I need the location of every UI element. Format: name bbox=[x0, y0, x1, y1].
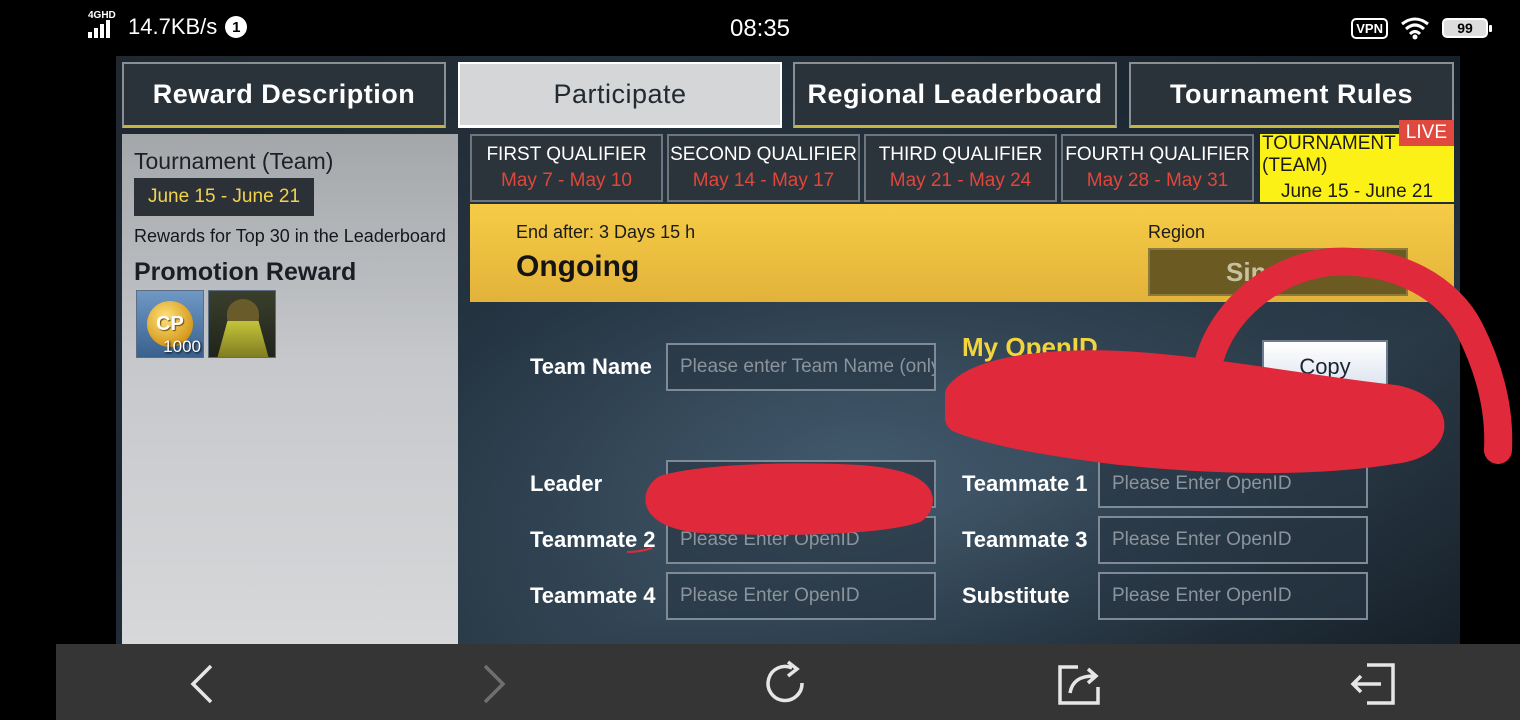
region-select[interactable]: Sing bbox=[1148, 248, 1408, 296]
chevron-left-icon bbox=[190, 664, 213, 704]
rewards-description: Rewards for Top 30 in the Leaderboard bbox=[134, 226, 446, 246]
team-name-label: Team Name bbox=[530, 354, 652, 379]
back-button[interactable] bbox=[172, 654, 232, 714]
wifi-icon bbox=[1401, 17, 1429, 40]
outfit-reward-item[interactable] bbox=[208, 290, 276, 358]
tab-regional-leaderboard[interactable]: Regional Leaderboard bbox=[793, 62, 1117, 128]
teammate-1-label: Teammate 1 bbox=[962, 471, 1088, 496]
tab-reward-description[interactable]: Reward Description bbox=[122, 62, 446, 128]
teammate-2-input[interactable]: Please Enter OpenID bbox=[666, 516, 936, 564]
my-openid-value: ...6542...19 bbox=[1100, 368, 1211, 393]
exit-button[interactable] bbox=[1342, 654, 1402, 714]
time-remaining: End after: 3 Days 15 h bbox=[516, 222, 696, 242]
stage-tab-third-qualifier[interactable]: THIRD QUALIFIER May 21 - May 24 bbox=[864, 134, 1057, 202]
reload-icon bbox=[766, 660, 804, 703]
promotion-reward-title: Promotion Reward bbox=[134, 258, 357, 286]
substitute-label: Substitute bbox=[962, 583, 1070, 608]
cp-reward-item[interactable]: CP 1000 bbox=[136, 290, 204, 358]
stage-status: Ongoing bbox=[516, 250, 640, 283]
leader-label: Leader bbox=[530, 471, 603, 496]
live-badge: LIVE bbox=[1398, 120, 1454, 146]
battery-icon: 99 bbox=[1442, 18, 1492, 38]
stage-title: Tournament (Team) bbox=[134, 148, 334, 174]
outfit-scarf-icon bbox=[217, 321, 269, 357]
reload-button[interactable] bbox=[756, 654, 816, 714]
chevron-right-icon bbox=[483, 664, 506, 704]
stage-tab-tournament-team[interactable]: LIVE TOURNAMENT (TEAM) June 15 - June 21 bbox=[1260, 120, 1454, 202]
stage-date: June 15 - June 21 bbox=[134, 178, 314, 216]
teammate-1-input[interactable]: Please Enter OpenID bbox=[1098, 460, 1368, 508]
status-bar: 4GHD 14.7KB/s 1 08:35 VPN 99 bbox=[0, 0, 1520, 56]
my-openid-label: My OpenID bbox=[962, 332, 1098, 362]
clock: 08:35 bbox=[729, 15, 791, 42]
team-name-input[interactable]: Please enter Team Name (only bbox=[666, 343, 936, 391]
teammate-4-input[interactable]: Please Enter OpenID bbox=[666, 572, 936, 620]
cp-amount: 1000 bbox=[163, 337, 201, 356]
region-label: Region bbox=[1148, 222, 1206, 242]
stage-info-panel: Tournament (Team) June 15 - June 21 Rewa… bbox=[122, 134, 458, 644]
exit-icon bbox=[1350, 663, 1395, 705]
leader-input[interactable] bbox=[666, 460, 936, 508]
forward-button[interactable] bbox=[464, 654, 524, 714]
stage-tab-first-qualifier[interactable]: FIRST QUALIFIER May 7 - May 10 bbox=[470, 134, 663, 202]
share-icon bbox=[1058, 665, 1100, 705]
tournament-screen: Reward Description Participate Regional … bbox=[116, 56, 1460, 644]
copy-button[interactable]: Copy bbox=[1262, 340, 1388, 394]
tab-tournament-rules[interactable]: Tournament Rules bbox=[1129, 62, 1454, 128]
stage-tab-fourth-qualifier[interactable]: FOURTH QUALIFIER May 28 - May 31 bbox=[1061, 134, 1254, 202]
bottom-nav-bar bbox=[56, 644, 1520, 720]
substitute-input[interactable]: Please Enter OpenID bbox=[1098, 572, 1368, 620]
stage-tab-second-qualifier[interactable]: SECOND QUALIFIER May 14 - May 17 bbox=[667, 134, 860, 202]
teammate-3-input[interactable]: Please Enter OpenID bbox=[1098, 516, 1368, 564]
vpn-icon: VPN bbox=[1351, 17, 1388, 39]
teammate-4-label: Teammate 4 bbox=[530, 583, 656, 608]
teammate-3-label: Teammate 3 bbox=[962, 527, 1088, 552]
share-button[interactable] bbox=[1050, 654, 1110, 714]
stage-status-banner: End after: 3 Days 15 h Ongoing Region Si… bbox=[470, 204, 1454, 302]
teammate-2-label: Teammate 2 bbox=[530, 527, 656, 552]
tab-participate[interactable]: Participate bbox=[458, 62, 782, 128]
